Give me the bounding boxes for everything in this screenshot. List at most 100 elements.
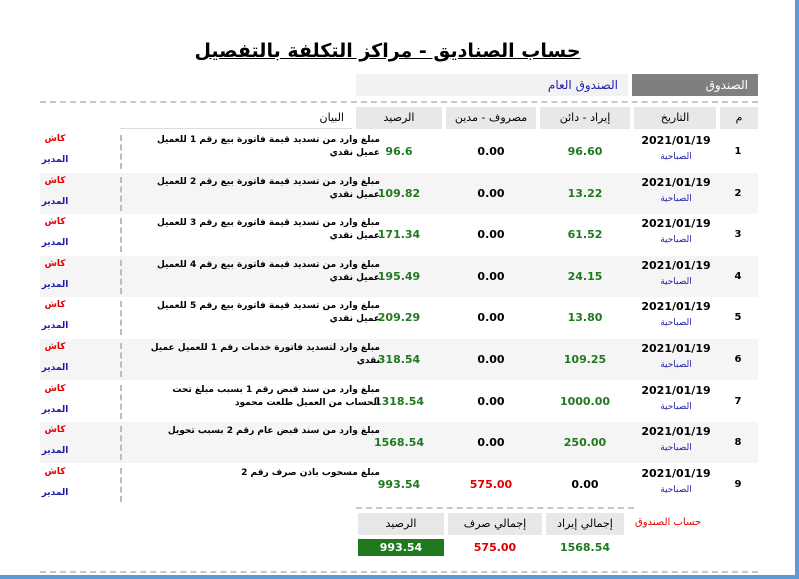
row-revenue: 24.15: [567, 269, 603, 283]
table-row: 9 2021/01/19 الصباحية 0.00 575.00 993.54 مبلغ …: [40, 464, 758, 505]
row-statement: مبلغ وارد من تسديد قيمة فاتورة بيع رقم 5…: [156, 301, 380, 325]
col-header-balance: الرصيد: [356, 107, 442, 129]
row-separator: [120, 218, 122, 253]
row-expense: 0.00: [477, 353, 505, 366]
row-statement: مبلغ وارد من سند قبض عام رقم 2 بسبب تحوي…: [167, 426, 380, 437]
row-date: 2021/01/19: [641, 342, 711, 355]
table-row: 3 2021/01/19 الصباحية 61.52 0.00 171.34 مبلغ و…: [40, 214, 758, 255]
row-index: 5: [734, 312, 742, 324]
row-statement: مبلغ وارد لتسديد فاتورة خدمات رقم 1 للعم…: [150, 343, 380, 366]
row-payment-method: كاش: [44, 425, 66, 436]
row-date: 2021/01/19: [641, 383, 711, 397]
row-period: الصباحية: [660, 235, 692, 246]
col-header-statement: البيان: [120, 107, 352, 129]
row-date: 2021/01/19: [641, 466, 711, 480]
row-expense: 0.00: [477, 186, 505, 200]
row-index: 2: [734, 187, 742, 199]
col-header-index: م: [720, 107, 758, 129]
row-payment-method: كاش: [44, 175, 66, 186]
row-period: الصباحية: [660, 193, 692, 204]
row-separator: [120, 301, 122, 336]
row-expense: 0.00: [477, 436, 505, 450]
row-expense: 0.00: [477, 269, 505, 283]
totals-expense-value: 575.00: [473, 541, 517, 554]
row-expense: 575.00: [469, 477, 513, 491]
row-index: 1: [734, 146, 742, 157]
row-user: المدير: [41, 196, 69, 207]
row-period: الصباحية: [660, 152, 692, 162]
divider-top: [40, 101, 758, 103]
totals-revenue-value: 1568.54: [559, 541, 611, 554]
row-revenue: 0.00: [571, 477, 599, 491]
row-period: الصباحية: [660, 318, 692, 329]
row-date: 2021/01/19: [641, 175, 711, 189]
row-statement: مبلغ وارد من تسديد قيمة فاتورة بيع رقم 2…: [156, 176, 380, 200]
row-statement: مبلغ وارد من تسديد قيمة فاتورة بيع رقم 4…: [156, 259, 380, 283]
row-revenue: 13.22: [567, 186, 603, 200]
table-row: 5 2021/01/19 الصباحية 13.80 0.00 209.29 مبلغ و…: [40, 297, 758, 338]
row-user: المدير: [41, 446, 69, 457]
totals-expense-header: إجمالي صرف: [448, 513, 542, 535]
col-header-date: التاريخ: [634, 107, 716, 129]
table-row: 1 2021/01/19 الصباحية 96.60 0.00 96.6 مبلغ وار…: [40, 131, 758, 172]
col-header-expense: مصروف - مدين: [446, 107, 536, 129]
row-statement: مبلغ وارد من سند قبض رقم 1 بسبب مبلغ تحت…: [172, 384, 380, 408]
row-revenue: 109.25: [563, 353, 607, 366]
row-expense: 0.00: [477, 145, 505, 158]
row-revenue: 250.00: [563, 436, 607, 450]
row-statement: مبلغ وارد من تسديد قيمة فاتورة بيع رقم 1…: [156, 135, 380, 158]
fund-label: الصندوق: [632, 74, 758, 96]
row-payment-method: كاش: [44, 342, 66, 352]
row-date: 2021/01/19: [641, 300, 711, 314]
row-payment-method: كاش: [44, 258, 66, 269]
row-expense: 0.00: [477, 394, 505, 408]
row-user: المدير: [41, 238, 69, 249]
row-statement: مبلغ وارد من تسديد قيمة فاتورة بيع رقم 3…: [156, 218, 380, 242]
row-date: 2021/01/19: [641, 134, 711, 147]
row-period: الصباحية: [660, 443, 692, 454]
row-payment-method: كاش: [44, 383, 66, 394]
divider-bottom: [40, 571, 758, 573]
row-index: 6: [734, 354, 742, 365]
table-row: 4 2021/01/19 الصباحية 24.15 0.00 195.49 مبلغ و…: [40, 255, 758, 297]
row-payment-method: كاش: [44, 134, 66, 144]
fund-value: الصندوق العام: [356, 74, 628, 96]
row-user: المدير: [41, 279, 69, 290]
table-row: 7 2021/01/19 الصباحية 1000.00 0.00 1318.54 مبل…: [40, 381, 758, 422]
row-period: الصباحية: [660, 360, 692, 370]
row-date: 2021/01/19: [641, 217, 711, 231]
row-statement: مبلغ مسحوب باذن صرف رقم 2: [241, 467, 380, 478]
row-separator: [120, 426, 122, 461]
table-row: 2 2021/01/19 الصباحية 13.22 0.00 109.82 مبلغ و…: [40, 172, 758, 214]
page-title: حساب الصناديق - مراكز التكلفة بالتفصيل: [194, 40, 581, 62]
totals-revenue-header: إجمالي إيراد: [546, 513, 624, 535]
row-index: 9: [734, 478, 742, 490]
row-payment-method: كاش: [44, 466, 66, 477]
row-index: 8: [734, 437, 742, 449]
row-payment-method: كاش: [44, 217, 66, 228]
row-user: المدير: [41, 155, 69, 165]
row-user: المدير: [41, 487, 69, 498]
row-revenue: 13.80: [567, 311, 603, 325]
row-revenue: 61.52: [567, 228, 603, 242]
row-separator: [120, 343, 122, 377]
row-user: المدير: [41, 321, 69, 332]
row-index: 3: [734, 229, 742, 241]
divider-totals: [356, 507, 634, 509]
totals-balance-header: الرصيد: [358, 513, 444, 535]
row-separator: [120, 259, 122, 294]
row-index: 4: [734, 270, 742, 282]
row-period: الصباحية: [660, 276, 692, 287]
row-user: المدير: [41, 363, 69, 373]
row-period: الصباحية: [660, 484, 692, 495]
row-payment-method: كاش: [44, 300, 66, 311]
row-separator: [120, 384, 122, 419]
totals-label: حساب الصندوق: [634, 517, 702, 528]
row-separator: [120, 135, 122, 169]
row-revenue: 1000.00: [559, 394, 611, 408]
row-period: الصباحية: [660, 401, 692, 412]
row-date: 2021/01/19: [641, 258, 711, 272]
row-revenue: 96.60: [567, 145, 603, 158]
row-expense: 0.00: [477, 228, 505, 242]
col-header-revenue: إيراد - دائن: [540, 107, 630, 129]
